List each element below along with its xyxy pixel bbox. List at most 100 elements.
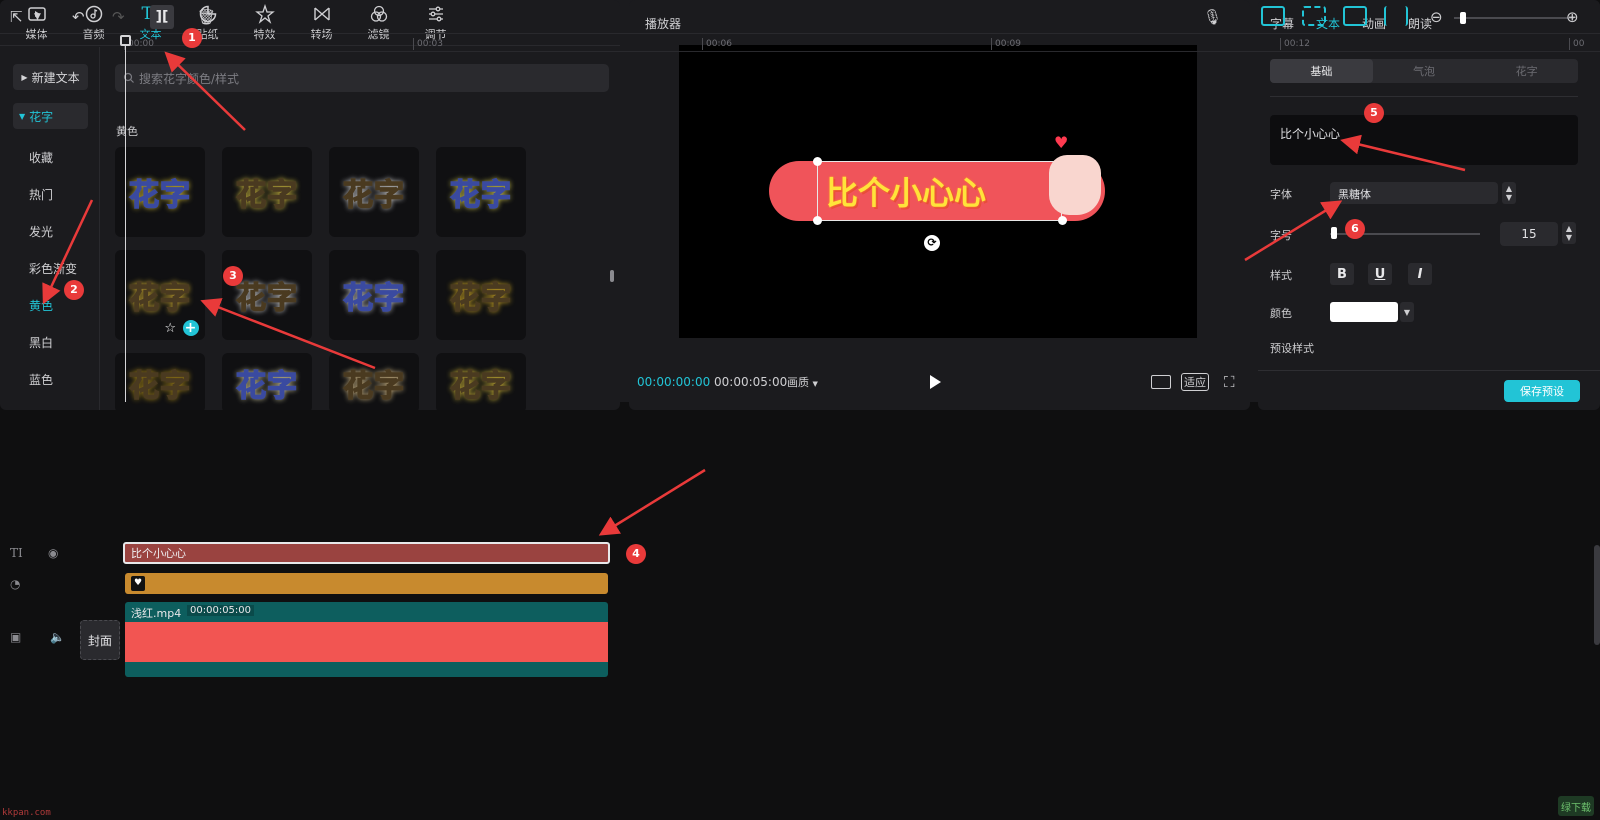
- total-time: 00:00:05:00: [714, 375, 788, 389]
- sidebar-item-yellow[interactable]: 黄色: [29, 297, 53, 314]
- speaker-icon[interactable]: 🔈: [50, 630, 65, 644]
- playhead[interactable]: [125, 38, 126, 402]
- sticker-clip[interactable]: ♥: [125, 573, 608, 594]
- text-track-icon: TI: [10, 546, 23, 560]
- preview-axis-icon[interactable]: [1384, 6, 1408, 26]
- resize-handle[interactable]: [813, 216, 822, 225]
- sidebar-item-favorites[interactable]: 收藏: [29, 149, 53, 166]
- sidebar-item-bw[interactable]: 黑白: [29, 334, 53, 351]
- huazi-style-thumbnail[interactable]: 花字: [115, 147, 205, 237]
- caption-text[interactable]: 比个小心心: [817, 161, 1062, 221]
- ruler-label: 00:06: [706, 39, 732, 49]
- thumbnail-label: 花字: [128, 280, 191, 317]
- preset-label: 预设样式: [1270, 342, 1314, 355]
- huazi-style-thumbnail[interactable]: 花字: [436, 147, 526, 237]
- cover-button[interactable]: 封面: [80, 620, 120, 660]
- scrollbar[interactable]: [1594, 545, 1600, 645]
- search-input[interactable]: 搜索花字颜色/样式: [115, 64, 609, 92]
- segment-bubble[interactable]: 气泡: [1373, 59, 1476, 83]
- fit-button[interactable]: 适应: [1181, 373, 1209, 391]
- save-preset-button[interactable]: 保存预设: [1504, 380, 1580, 402]
- playhead-handle[interactable]: [120, 35, 131, 46]
- chevron-up-icon: ▲: [1565, 224, 1573, 233]
- segment-huazi[interactable]: 花字: [1475, 59, 1578, 83]
- new-text-button[interactable]: ▶ 新建文本: [13, 64, 88, 90]
- huazi-style-thumbnail[interactable]: 花字: [115, 353, 205, 410]
- fullscreen-icon[interactable]: ⛶: [1224, 373, 1235, 391]
- size-stepper[interactable]: ▲ ▼: [1562, 222, 1576, 244]
- auto-snap-icon[interactable]: [1302, 6, 1326, 26]
- huazi-style-thumbnail[interactable]: 花字: [329, 147, 419, 237]
- huazi-style-thumbnail[interactable]: 花字: [222, 353, 312, 410]
- annotation-badge: 2: [64, 280, 84, 300]
- heart-icon: ♥: [1054, 133, 1069, 152]
- time-ruler[interactable]: 00:00 00:03 00:06 00:09 00:12 00: [124, 36, 1600, 52]
- huazi-style-thumbnail[interactable]: 花字: [436, 250, 526, 340]
- star-icon[interactable]: ☆: [164, 321, 177, 336]
- preview-canvas[interactable]: 比个小心心 ♥ ⟳: [679, 45, 1197, 338]
- ruler-label: 00:09: [995, 39, 1021, 49]
- play-button[interactable]: [930, 375, 941, 389]
- bold-button[interactable]: B: [1330, 263, 1354, 285]
- sidebar-item-glow[interactable]: 发光: [29, 223, 53, 240]
- split-icon[interactable]: ][: [150, 5, 174, 29]
- huazi-style-thumbnail[interactable]: 花字 ☆ +: [115, 250, 205, 340]
- eye-icon[interactable]: ◉: [48, 546, 58, 560]
- ruler-tick: [1569, 38, 1570, 50]
- zoom-in-icon[interactable]: ⊕: [1566, 8, 1579, 26]
- link-icon[interactable]: [1343, 6, 1367, 26]
- ruler-tick: [702, 38, 703, 50]
- font-select[interactable]: 黑糖体: [1330, 182, 1498, 204]
- chevron-down-icon[interactable]: ▼: [1400, 302, 1414, 322]
- color-label: 颜色: [1270, 307, 1292, 320]
- huazi-style-thumbnail[interactable]: 花字: [436, 353, 526, 410]
- huazi-style-thumbnail[interactable]: 花字: [222, 147, 312, 237]
- segment-basic[interactable]: 基础: [1270, 59, 1373, 83]
- waveform-icon[interactable]: [1151, 375, 1171, 389]
- thumbnail-label: 花字: [449, 280, 512, 317]
- player-panel: 播放器 比个小心心 ♥ ⟳ 00:00:00:00 00:00:05:00 画质…: [629, 0, 1250, 410]
- color-swatch[interactable]: [1330, 302, 1398, 322]
- sticker-thumbnail: ♥: [131, 576, 145, 591]
- annotation-badge: 5: [1364, 103, 1384, 123]
- resize-handle[interactable]: [813, 157, 822, 166]
- select-tool-icon[interactable]: ⇱: [10, 8, 23, 26]
- sidebar-item-gradient[interactable]: 彩色渐变: [29, 260, 77, 277]
- video-clip[interactable]: 浅红.mp4 00:00:05:00: [125, 602, 608, 677]
- resize-handle[interactable]: [1058, 216, 1067, 225]
- zoom-slider-handle[interactable]: [1460, 12, 1466, 24]
- huazi-style-thumbnail[interactable]: 花字: [329, 353, 419, 410]
- redo-icon[interactable]: ↷: [112, 8, 125, 26]
- undo-icon[interactable]: ↶: [72, 8, 85, 26]
- microphone-icon[interactable]: 🎙: [1203, 8, 1222, 26]
- italic-button[interactable]: I: [1408, 263, 1432, 285]
- chevron-down-icon[interactable]: ▼: [34, 12, 41, 22]
- font-stepper[interactable]: ▲ ▼: [1502, 182, 1516, 204]
- chevron-up-icon: ▲: [1505, 184, 1513, 193]
- zoom-slider[interactable]: [1454, 17, 1574, 19]
- underline-button[interactable]: U: [1368, 263, 1392, 285]
- text-clip[interactable]: 比个小心心: [123, 542, 610, 564]
- current-time: 00:00:00:00: [637, 375, 711, 389]
- timeline-toolbar: ⇱ ▼ ↶ ↷ ][ 🗑 🎙 ⊖ ⊕: [0, 0, 1600, 34]
- sidebar-item-hot[interactable]: 热门: [29, 186, 53, 203]
- quality-dropdown[interactable]: 画质 ▼: [787, 374, 818, 390]
- text-content-field[interactable]: 比个小心心: [1270, 115, 1578, 165]
- thumbnail-label: 花字: [449, 368, 512, 405]
- snap-main-icon[interactable]: [1261, 6, 1285, 26]
- add-icon[interactable]: +: [183, 320, 199, 336]
- annotation-badge: 3: [223, 266, 243, 286]
- heart-hand-sticker[interactable]: [1049, 155, 1101, 215]
- size-input[interactable]: 15: [1500, 222, 1558, 246]
- delete-icon[interactable]: 🗑: [197, 8, 216, 26]
- huazi-style-thumbnail[interactable]: 花字: [222, 250, 312, 340]
- rotate-icon[interactable]: ⟳: [924, 235, 940, 251]
- category-group-huazi[interactable]: ▼ 花字: [13, 103, 88, 129]
- huazi-style-thumbnail[interactable]: 花字: [329, 250, 419, 340]
- size-slider-handle[interactable]: [1331, 227, 1337, 239]
- sidebar-item-blue[interactable]: 蓝色: [29, 371, 53, 388]
- scrollbar[interactable]: [610, 270, 614, 282]
- caret-down-icon: ▼: [19, 111, 26, 121]
- ruler-tick: [991, 38, 992, 50]
- zoom-out-icon[interactable]: ⊖: [1430, 8, 1443, 26]
